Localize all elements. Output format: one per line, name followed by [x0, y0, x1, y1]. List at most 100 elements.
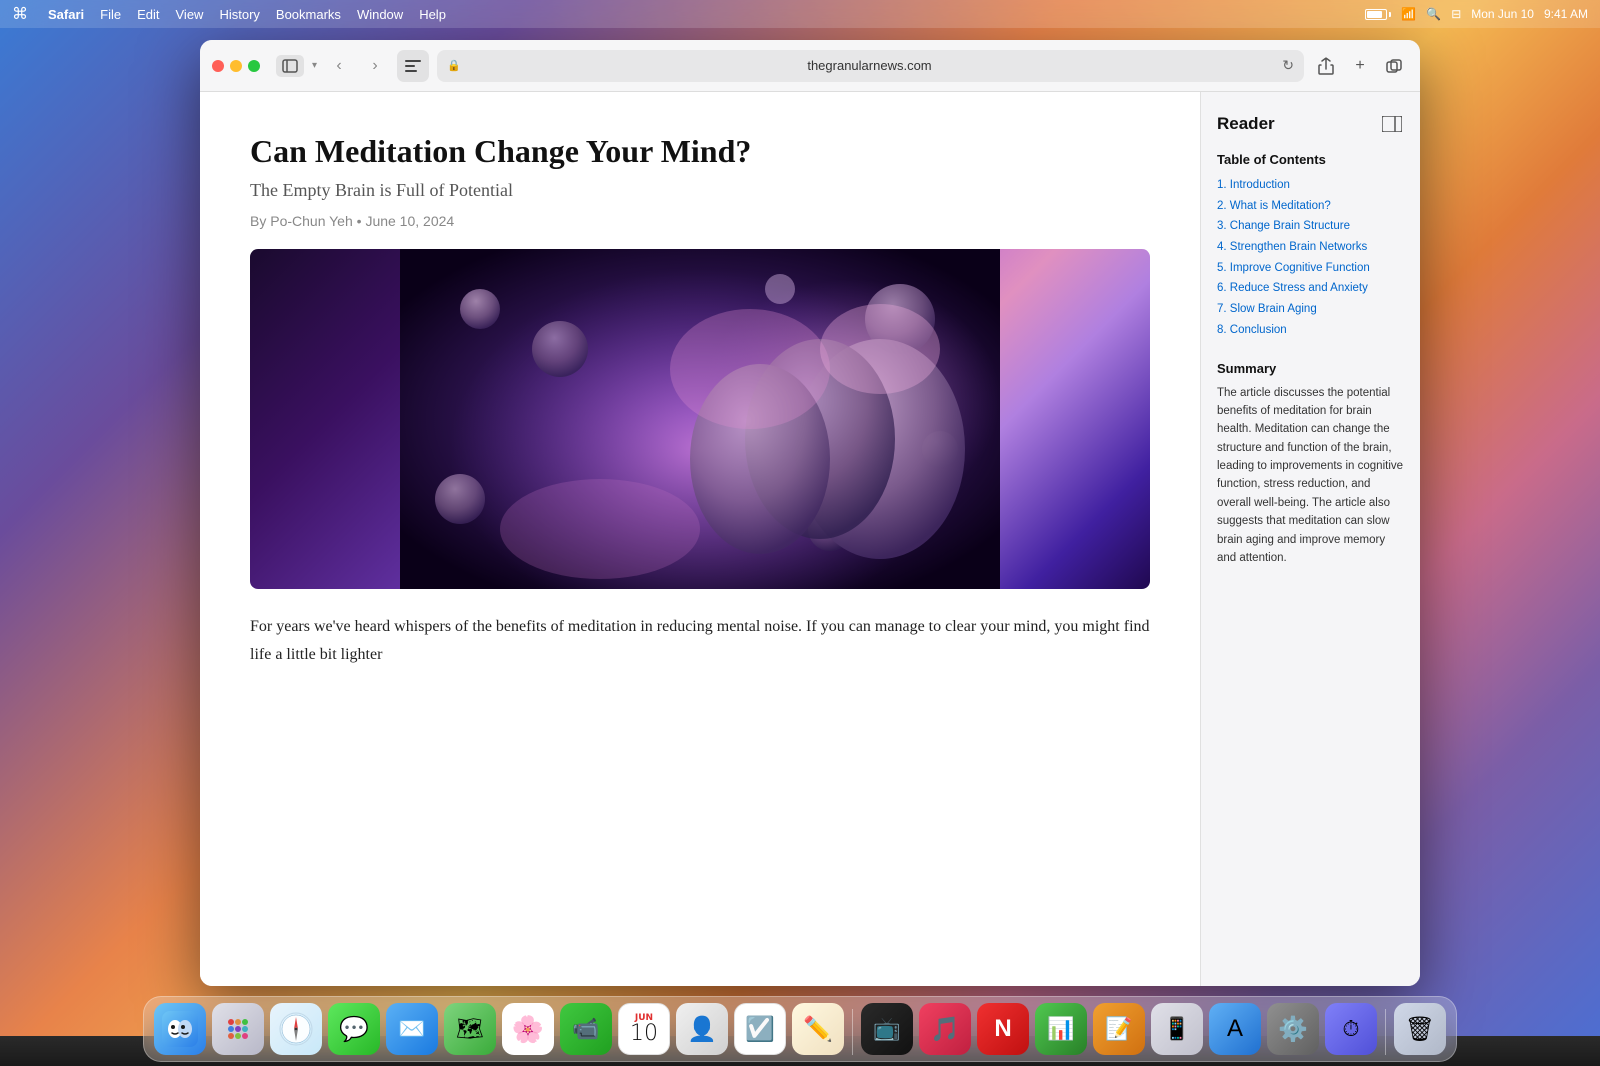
freeform-icon: ✏️	[803, 1015, 833, 1044]
dock-icon-trash[interactable]: 🗑	[1394, 1003, 1446, 1055]
control-center-icon[interactable]: ⊟	[1451, 7, 1461, 21]
appletv-icon: 📺	[873, 1016, 900, 1042]
menubar-date: Mon Jun 10	[1471, 7, 1534, 21]
address-bar[interactable]: 🔒 thegranularnews.com ↻	[437, 50, 1304, 82]
dock-icon-news[interactable]: N	[977, 1003, 1029, 1055]
dock-icon-contacts[interactable]: 👤	[676, 1003, 728, 1055]
menubar-window[interactable]: Window	[357, 7, 403, 22]
minimize-button[interactable]	[230, 60, 242, 72]
iphone-icon: 📱	[1163, 1016, 1190, 1042]
mail-icon: ✉️	[398, 1016, 425, 1042]
screentime-icon: ⏱	[1342, 1016, 1359, 1042]
dock-icon-finder[interactable]	[154, 1003, 206, 1055]
reload-button[interactable]: ↻	[1282, 57, 1294, 74]
reader-layout-toggle[interactable]	[1380, 112, 1404, 136]
dock-icon-reminders[interactable]: ☑️	[734, 1003, 786, 1055]
appstore-icon: A	[1227, 1015, 1243, 1043]
wifi-icon: 📶	[1401, 7, 1416, 21]
maps-icon: 🗺	[456, 1016, 484, 1042]
reader-panel-header: Reader	[1217, 112, 1404, 136]
toc-item-7[interactable]: 7. Slow Brain Aging	[1217, 299, 1404, 320]
dock-icon-messages[interactable]: 💬	[328, 1003, 380, 1055]
dock-icon-numbers[interactable]: 📊	[1035, 1003, 1087, 1055]
toc-item-8[interactable]: 8. Conclusion	[1217, 320, 1404, 341]
dock-icon-screentime[interactable]: ⏱	[1325, 1003, 1377, 1055]
plus-icon: +	[1355, 57, 1364, 75]
messages-icon: 💬	[339, 1015, 369, 1044]
dock-icon-launchpad[interactable]	[212, 1003, 264, 1055]
dock-icon-maps[interactable]: 🗺	[444, 1003, 496, 1055]
toc-heading: Table of Contents	[1217, 152, 1404, 167]
photos-icon: 🌸	[512, 1014, 544, 1045]
menubar-file[interactable]: File	[100, 7, 121, 22]
forward-arrow-icon: ›	[372, 57, 377, 75]
maximize-button[interactable]	[248, 60, 260, 72]
back-button[interactable]: ‹	[325, 52, 353, 80]
reader-mode-button[interactable]	[397, 50, 429, 82]
toc-item-2[interactable]: 2. What is Meditation?	[1217, 196, 1404, 217]
traffic-lights	[212, 60, 260, 72]
facetime-icon: 📹	[572, 1016, 599, 1042]
reminders-icon: ☑️	[745, 1015, 775, 1044]
dock-icon-pages[interactable]: 📝	[1093, 1003, 1145, 1055]
pages-icon: 📝	[1105, 1016, 1132, 1042]
apple-logo-icon[interactable]: ⌘	[12, 4, 28, 24]
reader-panel: Reader Table of Contents 1. Introduction…	[1200, 92, 1420, 986]
article-hero-image	[250, 249, 1150, 589]
article-subtitle: The Empty Brain is Full of Potential	[250, 180, 1150, 201]
dock-icon-facetime[interactable]: 📹	[560, 1003, 612, 1055]
toc-item-6[interactable]: 6. Reduce Stress and Anxiety	[1217, 278, 1404, 299]
dock: 💬 ✉️ 🗺 🌸 📹 JUN 10 👤 ☑️ ✏️ 📺 🎵 N 📊	[143, 996, 1457, 1062]
chevron-down-icon[interactable]: ▾	[312, 60, 317, 71]
safari-window: ▾ ‹ › 🔒 thegranularnews.com ↻	[200, 40, 1420, 986]
dock-icon-appletv[interactable]: 📺	[861, 1003, 913, 1055]
article-area[interactable]: Can Meditation Change Your Mind? The Emp…	[200, 92, 1200, 986]
toolbar-actions: +	[1312, 52, 1408, 80]
search-icon[interactable]: 🔍	[1426, 7, 1441, 21]
toc-item-4[interactable]: 4. Strengthen Brain Networks	[1217, 237, 1404, 258]
article-date: June 10, 2024	[365, 213, 454, 229]
battery-icon	[1365, 9, 1391, 20]
close-button[interactable]	[212, 60, 224, 72]
reader-panel-title: Reader	[1217, 114, 1275, 134]
toc-item-3[interactable]: 3. Change Brain Structure	[1217, 216, 1404, 237]
summary-text: The article discusses the potential bene…	[1217, 384, 1404, 568]
menubar-bookmarks[interactable]: Bookmarks	[276, 7, 341, 22]
dock-icon-music[interactable]: 🎵	[919, 1003, 971, 1055]
dock-icon-mail[interactable]: ✉️	[386, 1003, 438, 1055]
safari-toolbar: ▾ ‹ › 🔒 thegranularnews.com ↻	[200, 40, 1420, 92]
dock-icon-freeform[interactable]: ✏️	[792, 1003, 844, 1055]
dock-icon-iphone-mirror[interactable]: 📱	[1151, 1003, 1203, 1055]
menubar-history[interactable]: History	[219, 7, 259, 22]
dock-icon-safari[interactable]	[270, 1003, 322, 1055]
lock-icon: 🔒	[447, 59, 461, 72]
article-title: Can Meditation Change Your Mind?	[250, 132, 1150, 170]
dock-icon-calendar[interactable]: JUN 10	[618, 1003, 670, 1055]
menubar-help[interactable]: Help	[419, 7, 446, 22]
tabs-overview-button[interactable]	[1380, 52, 1408, 80]
music-icon: 🎵	[930, 1015, 960, 1044]
contacts-icon: 👤	[687, 1015, 717, 1044]
menubar-time: 9:41 AM	[1544, 7, 1588, 21]
forward-button[interactable]: ›	[361, 52, 389, 80]
sidebar-toggle-button[interactable]	[276, 55, 304, 77]
news-icon: N	[994, 1015, 1011, 1043]
menubar-app-name[interactable]: Safari	[48, 7, 84, 22]
share-button[interactable]	[1312, 52, 1340, 80]
toc-item-5[interactable]: 5. Improve Cognitive Function	[1217, 258, 1404, 279]
menubar-view[interactable]: View	[176, 7, 204, 22]
new-tab-button[interactable]: +	[1346, 52, 1374, 80]
toc-item-1[interactable]: 1. Introduction	[1217, 175, 1404, 196]
article-body-text: For years we've heard whispers of the be…	[250, 613, 1150, 667]
calendar-day: 10	[630, 1023, 658, 1045]
article-author: By Po-Chun Yeh	[250, 213, 353, 229]
dock-icon-appstore[interactable]: A	[1209, 1003, 1261, 1055]
menubar: ⌘ Safari File Edit View History Bookmark…	[0, 0, 1600, 28]
trash-icon: 🗑	[1405, 1015, 1435, 1044]
dock-icon-photos[interactable]: 🌸	[502, 1003, 554, 1055]
menubar-edit[interactable]: Edit	[137, 7, 159, 22]
settings-icon: ⚙️	[1278, 1015, 1308, 1044]
dock-icon-system-settings[interactable]: ⚙️	[1267, 1003, 1319, 1055]
numbers-icon: 📊	[1047, 1016, 1074, 1042]
safari-content: Can Meditation Change Your Mind? The Emp…	[200, 92, 1420, 986]
